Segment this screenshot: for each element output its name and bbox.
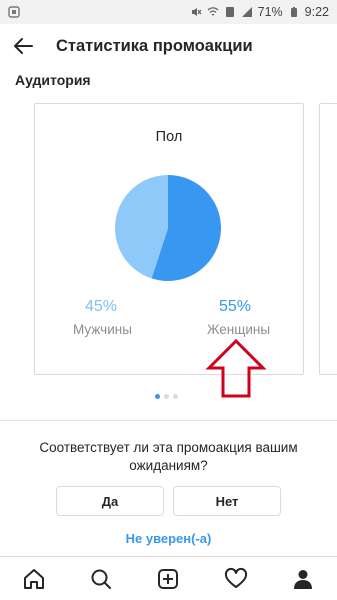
home-icon [23, 568, 44, 589]
nav-activity[interactable] [214, 557, 258, 600]
back-button[interactable] [0, 24, 46, 68]
clock: 9:22 [304, 5, 329, 19]
section-title-audience: Аудитория [15, 72, 91, 88]
divider [0, 420, 337, 421]
gender-card[interactable]: Пол 45% Мужчины 55% Женщины [34, 103, 304, 375]
page-title: Статистика промоакции [56, 36, 253, 55]
search-icon [91, 569, 112, 589]
no-button[interactable]: Нет [173, 486, 281, 516]
pager-dots [155, 394, 178, 399]
back-arrow-icon [14, 38, 33, 54]
profile-icon [294, 569, 313, 589]
battery-icon [290, 7, 297, 17]
men-percent: 45% [85, 298, 118, 315]
pager-dot [155, 394, 160, 399]
battery-percent: 71% [257, 5, 283, 19]
nav-add[interactable] [146, 557, 190, 600]
pager-dot [173, 394, 178, 399]
wifi-icon [207, 7, 219, 16]
women-percent: 55% [219, 298, 252, 315]
nav-home[interactable] [12, 557, 56, 600]
mute-icon [191, 8, 202, 16]
yes-button[interactable]: Да [56, 486, 164, 516]
pager-dot [164, 394, 169, 399]
next-card-peek[interactable] [319, 103, 337, 375]
bottom-nav [0, 556, 337, 600]
status-bar: 71% 9:22 [0, 0, 337, 24]
heart-icon [224, 567, 247, 588]
notification-icon [8, 6, 20, 18]
nav-search[interactable] [79, 557, 123, 600]
add-icon [158, 568, 179, 589]
annotation-arrow-icon [205, 338, 267, 398]
women-label: Женщины [207, 322, 271, 337]
signal-icon [241, 7, 252, 17]
app-header: Статистика промоакции [0, 24, 337, 68]
chart-title: Пол [155, 129, 183, 145]
unsure-link[interactable]: Не уверен(-а) [0, 531, 337, 546]
nav-profile[interactable] [281, 557, 325, 600]
sim-icon [225, 7, 234, 17]
feedback-question: Соответствует ли эта промоакция вашим ож… [39, 440, 298, 473]
gender-pie-chart [114, 175, 221, 281]
men-label: Мужчины [73, 322, 132, 337]
